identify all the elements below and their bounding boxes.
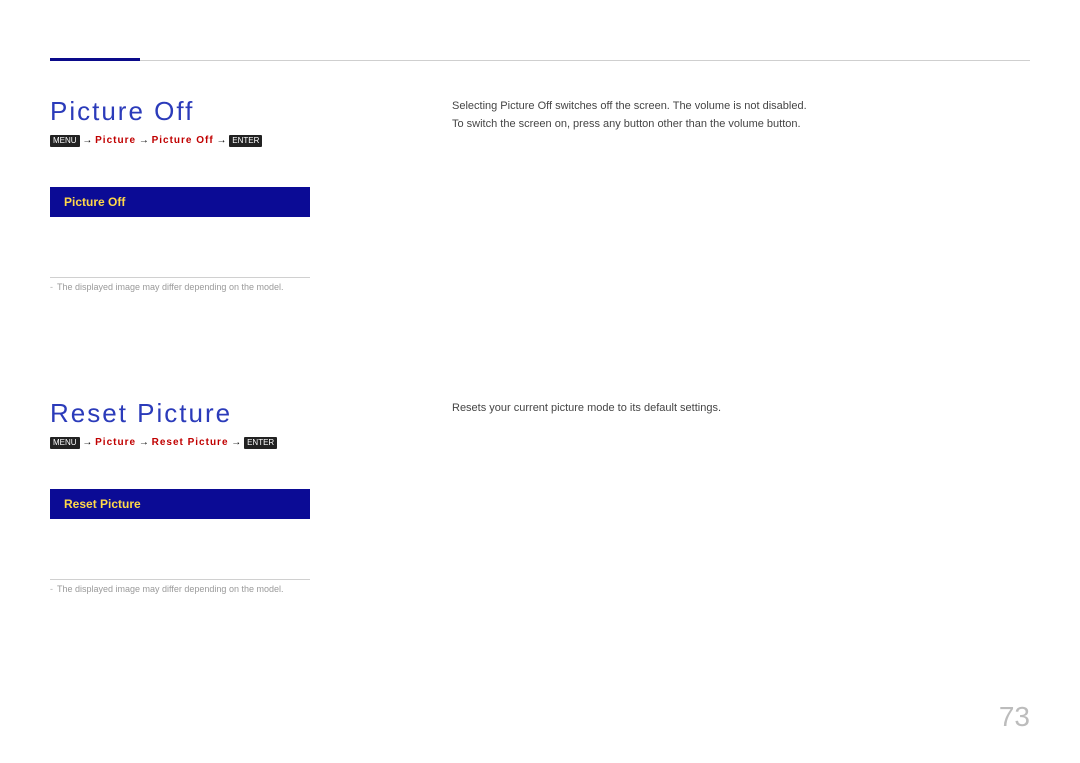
menu-key-icon: MENU (50, 135, 80, 147)
body-text-reset-picture-1: Resets your current picture mode to its … (452, 402, 1032, 414)
body-text-picture-off-2: To switch the screen on, press any butto… (452, 118, 1032, 130)
section-title-picture-off: Picture Off (50, 96, 420, 127)
footnote-picture-off: -The displayed image may differ dependin… (50, 282, 420, 292)
page-top-rule (50, 60, 1030, 61)
menu-preview-reset-picture: Reset Picture (50, 489, 310, 519)
enter-key-icon: ENTER (244, 437, 277, 449)
section-divider (50, 579, 310, 580)
menu-preview-picture-off: Picture Off (50, 187, 310, 217)
breadcrumb-reset-picture: MENU → Picture → Reset Picture → ENTER (50, 437, 420, 449)
footnote-reset-picture: -The displayed image may differ dependin… (50, 584, 420, 594)
breadcrumb-picture-off: MENU → Picture → Picture Off → ENTER (50, 135, 420, 147)
body-text-picture-off-1: Selecting Picture Off switches off the s… (452, 100, 1032, 112)
page-top-accent (50, 58, 140, 61)
menu-key-icon: MENU (50, 437, 80, 449)
enter-key-icon: ENTER (229, 135, 262, 147)
menu-item-reset-picture: Reset Picture (50, 489, 310, 519)
section-title-reset-picture: Reset Picture (50, 398, 420, 429)
section-divider (50, 277, 310, 278)
page-number: 73 (999, 701, 1030, 733)
menu-item-picture-off: Picture Off (50, 187, 310, 217)
